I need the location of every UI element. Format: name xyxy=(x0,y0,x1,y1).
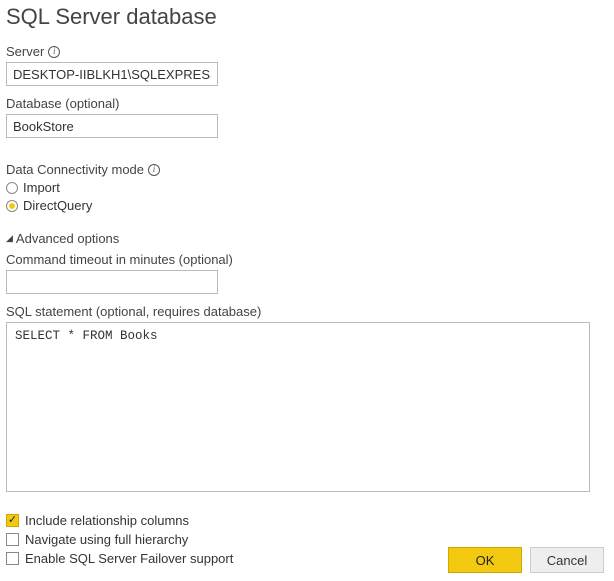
sql-label: SQL statement (optional, requires databa… xyxy=(6,304,608,319)
database-label-text: Database (optional) xyxy=(6,96,119,111)
navigate-full-checkbox[interactable]: Navigate using full hierarchy xyxy=(6,532,608,547)
server-label: Server i xyxy=(6,44,608,59)
info-icon[interactable]: i xyxy=(48,46,60,58)
radio-directquery-label: DirectQuery xyxy=(23,198,92,213)
button-row: OK Cancel xyxy=(448,547,604,573)
database-label: Database (optional) xyxy=(6,96,608,111)
include-relationship-label: Include relationship columns xyxy=(25,513,189,528)
radio-icon xyxy=(6,182,18,194)
server-label-text: Server xyxy=(6,44,44,59)
info-icon[interactable]: i xyxy=(148,164,160,176)
chevron-down-icon: ◢ xyxy=(6,233,13,244)
page-title: SQL Server database xyxy=(6,4,608,30)
server-input[interactable] xyxy=(6,62,218,86)
database-input[interactable] xyxy=(6,114,218,138)
checkbox-icon xyxy=(6,552,19,565)
sql-statement-input[interactable] xyxy=(6,322,590,492)
connectivity-label: Data Connectivity mode i xyxy=(6,162,608,177)
connectivity-label-text: Data Connectivity mode xyxy=(6,162,144,177)
timeout-label: Command timeout in minutes (optional) xyxy=(6,252,608,267)
radio-directquery[interactable]: DirectQuery xyxy=(6,198,608,213)
advanced-options-label: Advanced options xyxy=(16,231,119,246)
radio-icon xyxy=(6,200,18,212)
checkbox-icon: ✓ xyxy=(6,514,19,527)
cancel-button[interactable]: Cancel xyxy=(530,547,604,573)
advanced-options-header[interactable]: ◢ Advanced options xyxy=(6,231,608,246)
ok-button[interactable]: OK xyxy=(448,547,522,573)
failover-label: Enable SQL Server Failover support xyxy=(25,551,233,566)
radio-import-label: Import xyxy=(23,180,60,195)
radio-import[interactable]: Import xyxy=(6,180,608,195)
navigate-full-label: Navigate using full hierarchy xyxy=(25,532,188,547)
checkbox-icon xyxy=(6,533,19,546)
timeout-input[interactable] xyxy=(6,270,218,294)
include-relationship-checkbox[interactable]: ✓ Include relationship columns xyxy=(6,513,608,528)
